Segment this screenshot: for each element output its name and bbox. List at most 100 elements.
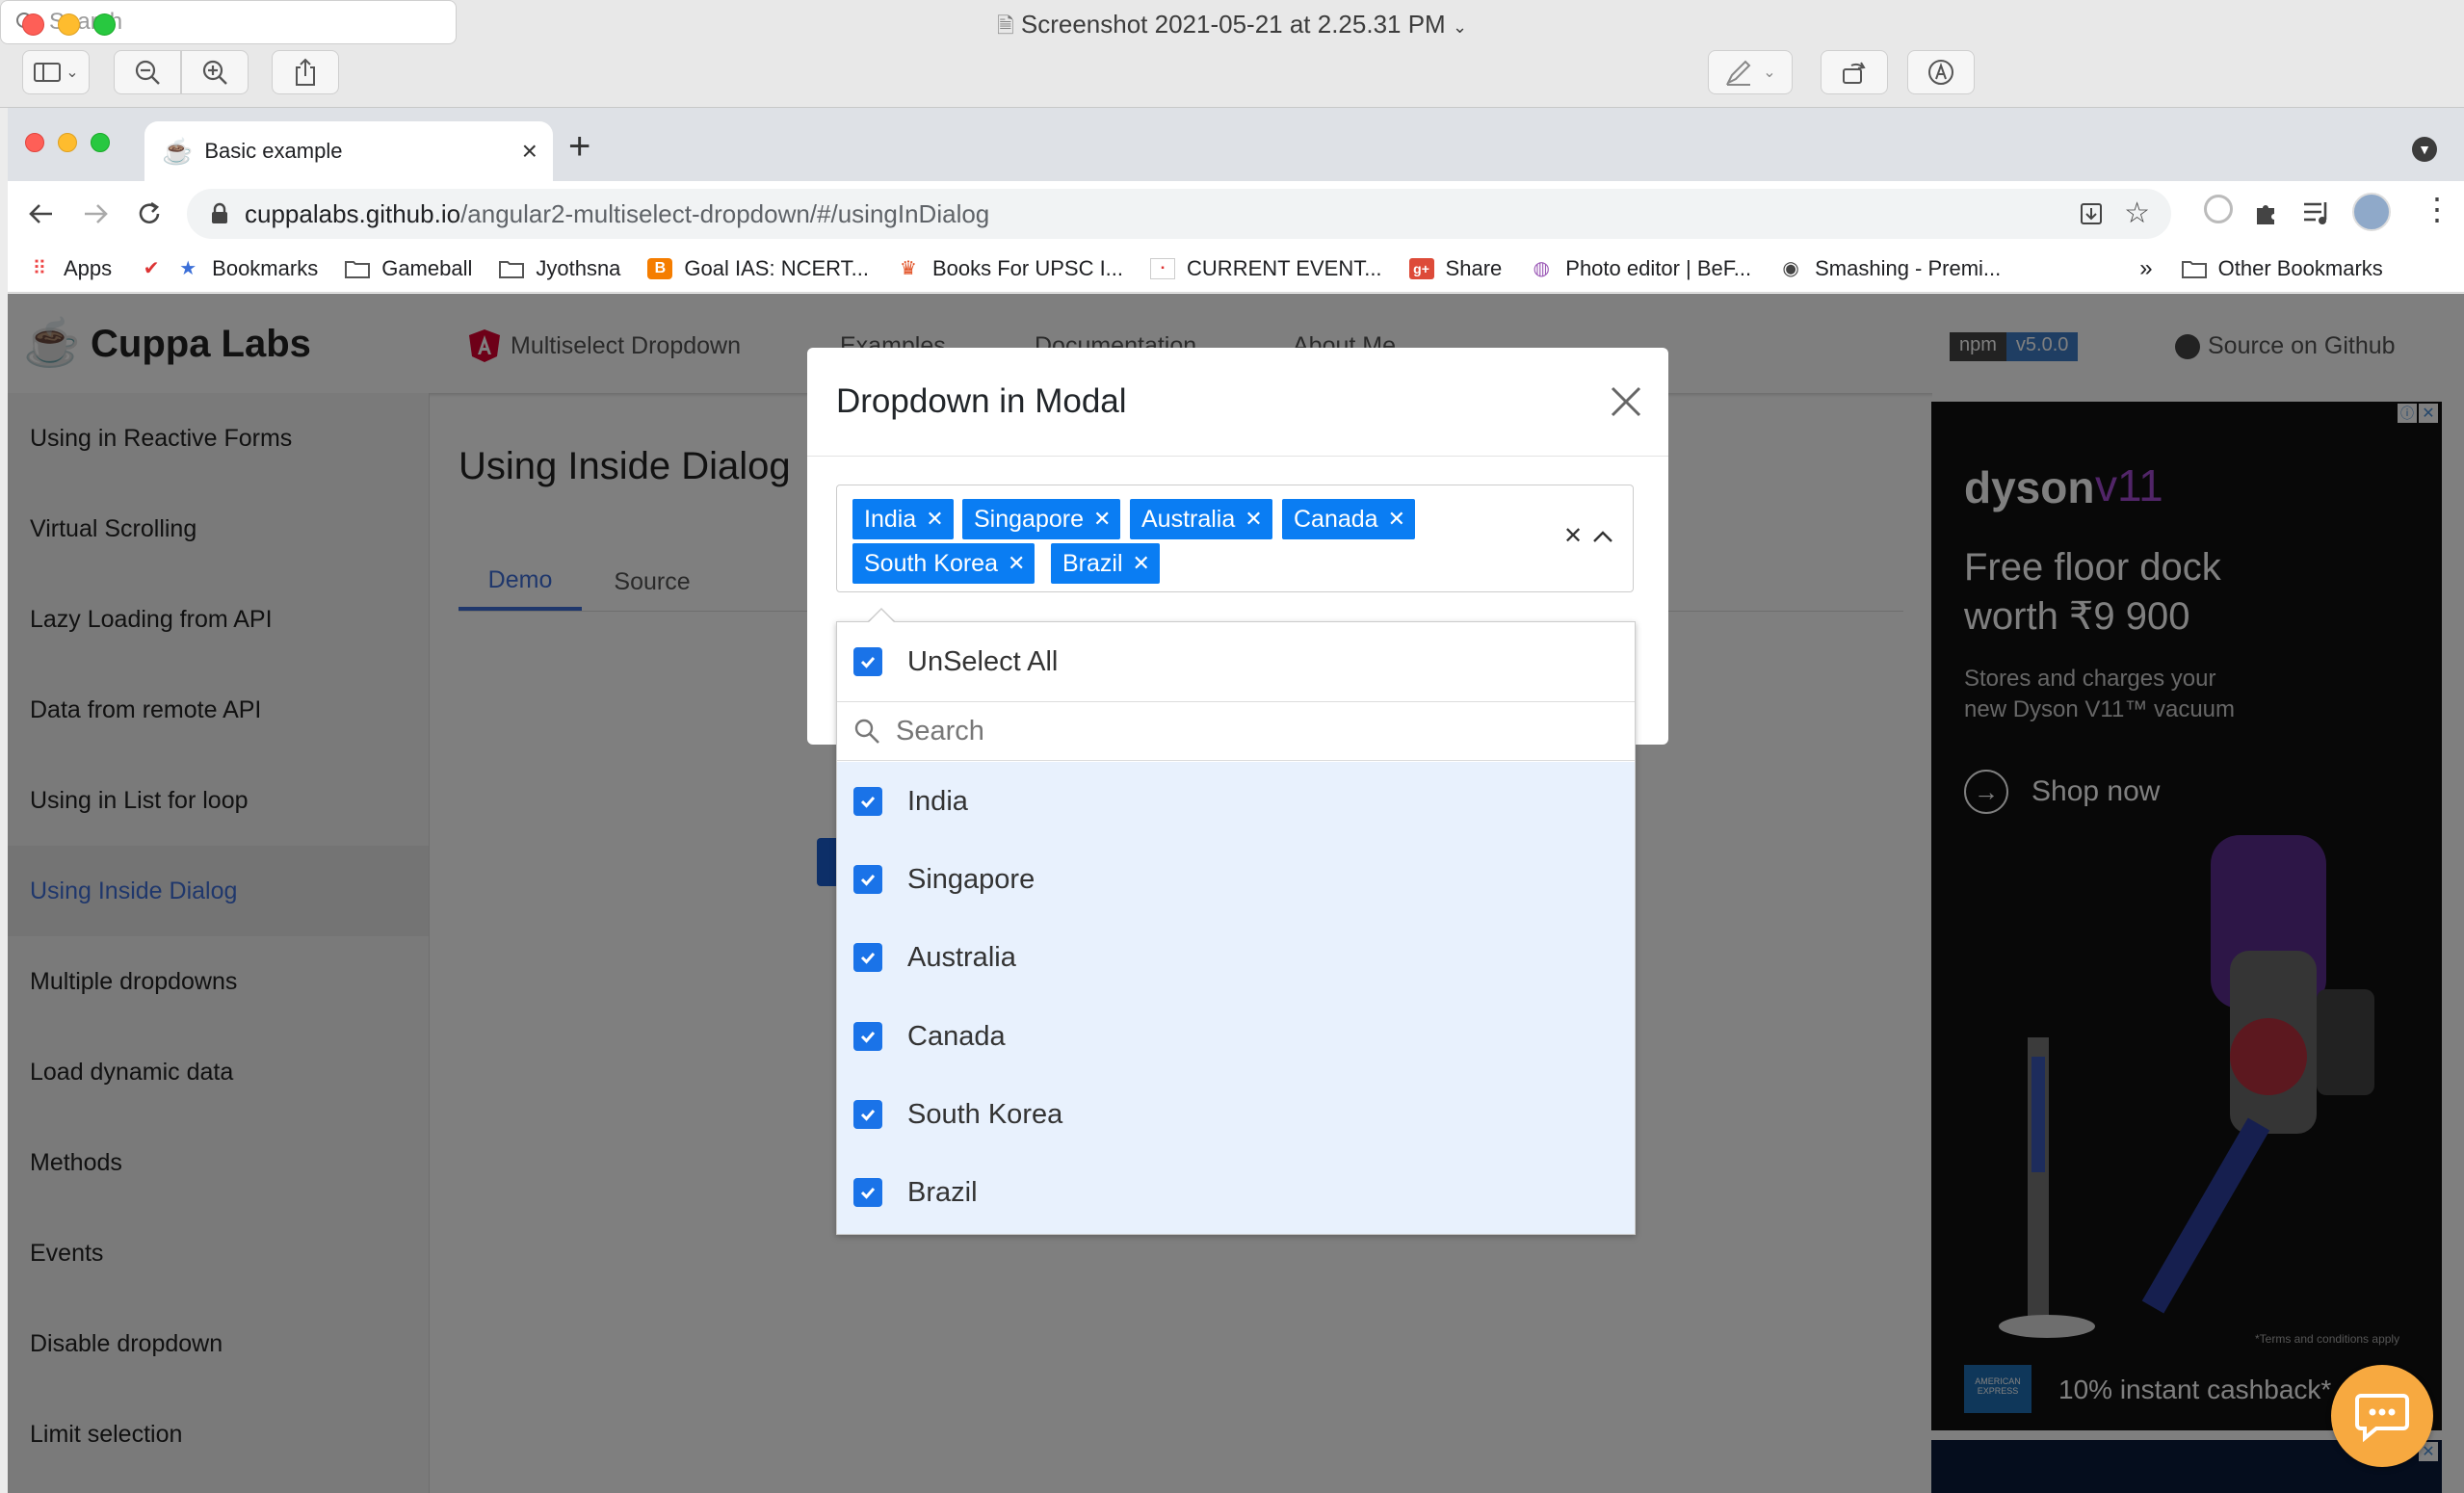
remove-chip-icon[interactable]: ✕: [1133, 551, 1150, 576]
annotate-button[interactable]: [1907, 50, 1975, 94]
zoom-out-button[interactable]: [114, 50, 181, 94]
unselect-all-option[interactable]: UnSelect All: [837, 622, 1635, 702]
globe-icon: ◉: [1782, 258, 1799, 279]
folder-icon: [2181, 258, 2207, 279]
new-tab-button[interactable]: +: [568, 125, 590, 169]
bookmark-gameball[interactable]: Gameball: [345, 256, 472, 281]
install-app-icon[interactable]: [2079, 201, 2104, 226]
browser-close-button[interactable]: [25, 133, 44, 152]
bookmark-bookmarks[interactable]: ✔ ★ Bookmarks: [139, 256, 318, 281]
color-wheel-icon: ◍: [1533, 258, 1550, 279]
selected-chip: Singapore ✕: [962, 499, 1121, 539]
folder-icon: [345, 258, 371, 279]
dropdown-search-field[interactable]: Search: [837, 702, 1635, 761]
share-button[interactable]: [272, 50, 339, 94]
selected-chip: Brazil ✕: [1051, 543, 1160, 584]
checkbox-checked-icon[interactable]: [853, 865, 882, 894]
zoom-in-icon: [202, 60, 227, 85]
remove-chip-icon[interactable]: ✕: [1008, 551, 1025, 576]
clear-all-icon[interactable]: ✕: [1563, 522, 1583, 550]
zoom-in-button[interactable]: [181, 50, 249, 94]
window-title: 🗎 Screenshot 2021-05-21 at 2.25.31 PM ⌄: [996, 10, 1468, 39]
multiselect-input[interactable]: India ✕ Singapore ✕ Australia ✕ Canada ✕ Sou…: [836, 485, 1634, 592]
apps-grid-icon: ⠿: [32, 258, 47, 279]
tab-basic-example[interactable]: ☕ Basic example ×: [144, 121, 553, 181]
markup-circle-icon: [1928, 60, 1953, 85]
document-icon: 🗎: [996, 13, 1014, 38]
remove-chip-icon[interactable]: ✕: [926, 507, 943, 532]
remove-chip-icon[interactable]: ✕: [1093, 507, 1111, 532]
list-item[interactable]: Canada: [837, 997, 1635, 1076]
bookmark-goal-ias[interactable]: B Goal IAS: NCERT...: [647, 256, 869, 281]
checkbox-checked-icon[interactable]: [853, 1022, 882, 1051]
puzzle-extensions-icon[interactable]: [2252, 198, 2281, 227]
chat-button[interactable]: [2331, 1365, 2433, 1467]
checkbox-checked-icon[interactable]: [853, 1178, 882, 1207]
dropdown-arrow-inner: [869, 610, 894, 622]
selected-chip: Canada ✕: [1282, 499, 1416, 539]
checkbox-checked-icon[interactable]: [853, 1100, 882, 1129]
browser-minimize-button[interactable]: [58, 133, 77, 152]
back-icon[interactable]: [27, 199, 56, 228]
search-icon: [854, 719, 879, 744]
bookmark-share[interactable]: g+ Share: [1408, 256, 1502, 281]
address-bar[interactable]: cuppalabs.github.io/angular2-multiselect…: [187, 189, 2171, 239]
menu-icon[interactable]: ⋮: [2422, 191, 2452, 227]
bookmark-other[interactable]: Other Bookmarks: [2181, 256, 2383, 281]
bookmark-smashing[interactable]: ◉ Smashing - Premi...: [1778, 256, 2001, 281]
share-icon: [296, 58, 315, 86]
selected-chip: South Korea ✕: [852, 543, 1035, 584]
star-icon: ★: [179, 258, 197, 279]
remove-chip-icon[interactable]: ✕: [1245, 507, 1262, 532]
zoom-out-icon: [135, 60, 160, 85]
bookmark-current-events[interactable]: ▪ CURRENT EVENT...: [1150, 256, 1382, 281]
rotate-button[interactable]: [1821, 50, 1888, 94]
bookmark-photo-editor[interactable]: ◍ Photo editor | BeF...: [1529, 256, 1752, 281]
list-item[interactable]: Brazil: [837, 1153, 1635, 1232]
selected-chip: Australia ✕: [1130, 499, 1272, 539]
checkbox-checked-icon[interactable]: [853, 943, 882, 972]
modal-title: Dropdown in Modal: [836, 382, 1127, 420]
google-plus-icon: g+: [1408, 257, 1434, 279]
bookmark-jyothsna[interactable]: Jyothsna: [499, 256, 620, 281]
tab-search-icon[interactable]: ▼: [2412, 137, 2437, 162]
pen-icon: [1726, 60, 1751, 86]
browser-toolbar: cuppalabs.github.io/angular2-multiselect…: [8, 181, 2464, 245]
book-site-icon: ♛: [900, 258, 917, 279]
bookmark-star-icon[interactable]: ☆: [2124, 196, 2150, 230]
browser-tab-strip: ☕ Basic example × + ▼: [8, 108, 2464, 181]
lock-icon: [212, 202, 227, 223]
list-item[interactable]: India: [837, 762, 1635, 841]
chat-bubble-icon: [2355, 1394, 2409, 1442]
markup-button[interactable]: ⌄: [1708, 50, 1793, 94]
close-tab-icon[interactable]: ×: [522, 136, 537, 167]
list-item[interactable]: Australia: [837, 918, 1635, 997]
chevron-down-icon[interactable]: ⌄: [1453, 17, 1467, 37]
close-icon[interactable]: [1607, 382, 1645, 421]
rotate-icon: [1843, 62, 1866, 84]
reload-icon[interactable]: [135, 199, 164, 228]
forward-icon[interactable]: [81, 199, 110, 228]
sidebar-icon: [34, 63, 62, 82]
bookmark-books-upsc[interactable]: ♛ Books For UPSC I...: [896, 256, 1123, 281]
extension-icon[interactable]: [2204, 195, 2233, 223]
chevron-down-icon[interactable]: ⌄: [1763, 63, 1775, 82]
bookmark-apps[interactable]: ⠿ Apps: [27, 256, 112, 281]
bookmarks-overflow-button[interactable]: »: [2139, 255, 2152, 282]
checkbox-checked-icon[interactable]: [853, 787, 882, 816]
sidebar-toggle-button[interactable]: ⌄: [22, 50, 90, 94]
avatar[interactable]: [2352, 193, 2391, 231]
list-item[interactable]: Singapore: [837, 840, 1635, 919]
checkmark-icon: ✔: [143, 258, 160, 279]
blogger-icon: B: [647, 257, 673, 279]
remove-chip-icon[interactable]: ✕: [1388, 507, 1405, 532]
chevron-up-icon[interactable]: [1592, 530, 1613, 543]
checkbox-checked-icon[interactable]: [853, 647, 882, 676]
media-queue-icon[interactable]: [2302, 198, 2333, 227]
bookmarks-bar: ⠿ Apps ✔ ★ Bookmarks Gameball Jyothsna B Goa…: [8, 245, 2464, 293]
coffee-cup-icon: ☕: [162, 136, 194, 166]
browser-zoom-button[interactable]: [91, 133, 110, 152]
page-icon: ▪: [1150, 257, 1176, 279]
list-item[interactable]: South Korea: [837, 1075, 1635, 1154]
web-page: ☕ Cuppa Labs Multiselect Dropdown Exampl…: [8, 294, 2464, 1493]
